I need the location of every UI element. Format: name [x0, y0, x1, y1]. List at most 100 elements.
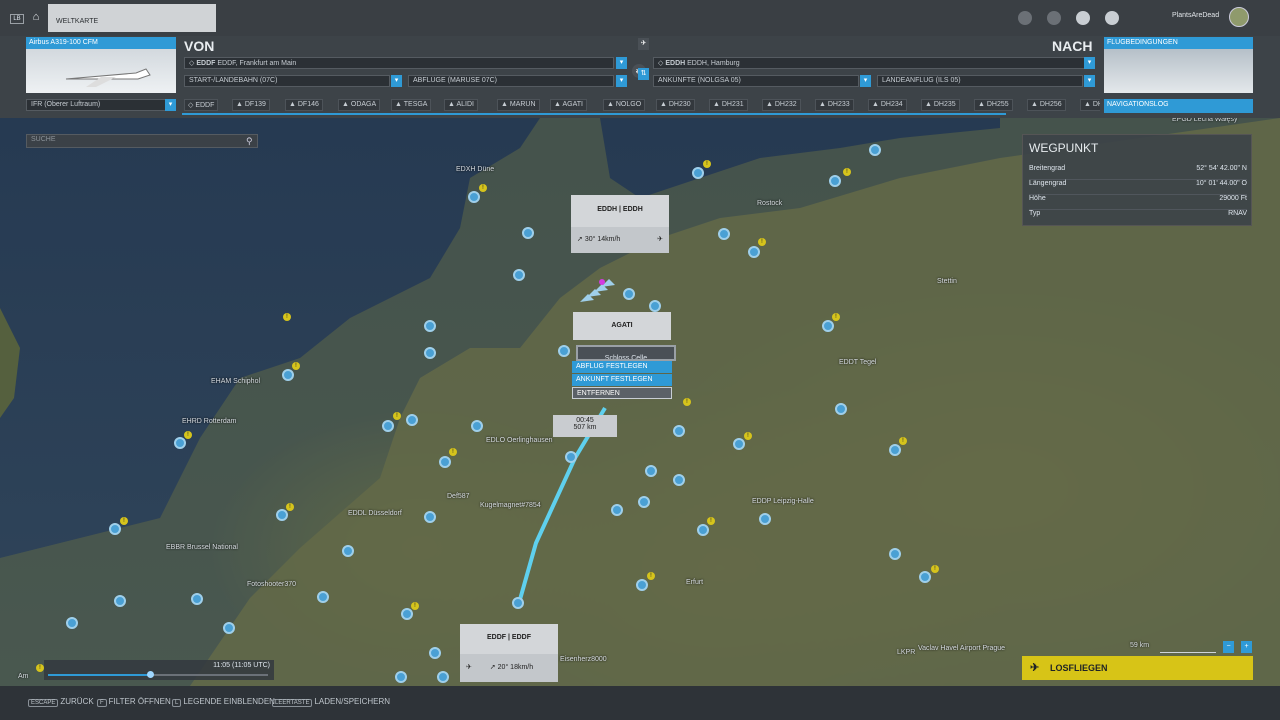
- zoom-in-button[interactable]: +: [1241, 641, 1252, 653]
- waypoint-chip[interactable]: ▲ DH231: [709, 99, 748, 111]
- avatar[interactable]: [1229, 7, 1249, 27]
- airport-pin[interactable]: [692, 167, 704, 179]
- waypoint-chip[interactable]: ▲ DH257: [1080, 99, 1100, 111]
- airport-pin[interactable]: [697, 524, 709, 536]
- airport-pin[interactable]: [638, 496, 650, 508]
- airport-pin[interactable]: [282, 369, 294, 381]
- fly-now-button[interactable]: ✈ LOSFLIEGEN: [1022, 656, 1253, 680]
- airport-pin[interactable]: [558, 345, 570, 357]
- home-icon[interactable]: ⌂: [28, 11, 44, 27]
- airport-pin[interactable]: [513, 269, 525, 281]
- waypoint-chip[interactable]: ▲ DH255: [974, 99, 1013, 111]
- airport-pin[interactable]: [276, 509, 288, 521]
- back-hint[interactable]: ESCAPE ZURÜCK: [28, 697, 94, 707]
- airport-pin[interactable]: [636, 579, 648, 591]
- waypoint-chip[interactable]: ◇ EDDF: [184, 99, 219, 111]
- waypoint-chip[interactable]: ▲ DH232: [762, 99, 801, 111]
- waypoint-chip[interactable]: ▲ MARUN: [497, 99, 540, 111]
- navlog-button[interactable]: NAVIGATIONSLOG: [1104, 99, 1253, 113]
- waypoint-chip[interactable]: ▲ NOLGO: [603, 99, 646, 111]
- waypoint-chip[interactable]: ▲ DF139: [232, 99, 270, 111]
- load-save-hint[interactable]: LEERTASTE LADEN/SPEICHERN: [272, 697, 390, 707]
- search-input[interactable]: SUCHE: [26, 134, 258, 148]
- dropdown-button[interactable]: ▾: [165, 99, 176, 111]
- search-icon[interactable]: ⚲: [246, 136, 253, 147]
- waypoint-chip[interactable]: ▲ DF146: [285, 99, 323, 111]
- lb-button[interactable]: LB: [10, 14, 24, 24]
- airport-pin[interactable]: [342, 545, 354, 557]
- airport-pin[interactable]: [317, 591, 329, 603]
- agati-card[interactable]: AGATI: [573, 312, 671, 340]
- airport-pin[interactable]: [748, 246, 760, 258]
- airport-pin[interactable]: [759, 513, 771, 525]
- airport-pin[interactable]: [829, 175, 841, 187]
- waypoint-chip[interactable]: ▲ ODAGA: [338, 99, 381, 111]
- waypoint-chip[interactable]: ▲ DH256: [1027, 99, 1066, 111]
- airport-pin[interactable]: [395, 671, 407, 683]
- aircraft-selector[interactable]: Airbus A319-100 CFM: [26, 37, 176, 93]
- airport-pin[interactable]: [733, 438, 745, 450]
- notification-icon[interactable]: [1105, 11, 1119, 25]
- waypoint-chip[interactable]: ▲ TESGA: [391, 99, 432, 111]
- waypoint-scroll-indicator[interactable]: [182, 113, 1006, 115]
- leg-distance: 507 km: [573, 424, 597, 431]
- airport-pin[interactable]: [565, 451, 577, 463]
- slider-handle[interactable]: [147, 671, 154, 678]
- airport-pin[interactable]: [835, 403, 847, 415]
- flight-conditions-button[interactable]: FLUGBEDINGUNGEN: [1104, 37, 1253, 93]
- waypoint-chip[interactable]: ▲ DH235: [921, 99, 960, 111]
- menu-item-set-arrival[interactable]: ANKUNFT FESTLEGEN: [572, 374, 672, 386]
- airport-pin[interactable]: [673, 474, 685, 486]
- airport-pin[interactable]: [424, 347, 436, 359]
- map-label: EDDL Düsseldorf: [348, 510, 402, 517]
- airport-pin[interactable]: [66, 617, 78, 629]
- waypoint-pin[interactable]: [512, 597, 524, 609]
- longitude-row: Längengrad 10° 01' 44.00" O: [1029, 180, 1247, 195]
- waypoint-chip[interactable]: ▲ DH234: [868, 99, 907, 111]
- airport-pin[interactable]: [174, 437, 186, 449]
- waypoint-chip[interactable]: ▲ ALIDI: [444, 99, 479, 111]
- menu-item-remove[interactable]: ENTFERNEN: [572, 387, 672, 399]
- airport-pin[interactable]: [919, 571, 931, 583]
- waypoint-chip[interactable]: ▲ DH233: [815, 99, 854, 111]
- airport-pin[interactable]: [429, 647, 441, 659]
- legend-hint[interactable]: L LEGENDE EINBLENDEN: [172, 697, 275, 707]
- waypoint-pin[interactable]: [623, 288, 635, 300]
- airport-pin[interactable]: [223, 622, 235, 634]
- altitude-select[interactable]: IFR (Oberer Luftraum): [26, 99, 176, 111]
- time-slider[interactable]: 11:05 (11:05 UTC): [44, 660, 274, 680]
- airport-pin[interactable]: [439, 456, 451, 468]
- airport-pin[interactable]: [718, 228, 730, 240]
- map-marker-cluster[interactable]: [578, 276, 618, 306]
- airport-pin[interactable]: [673, 425, 685, 437]
- zoom-out-button[interactable]: −: [1223, 641, 1234, 653]
- airport-pin[interactable]: [382, 420, 394, 432]
- airport-pin[interactable]: [406, 414, 418, 426]
- wind-icon: ➚: [577, 236, 583, 243]
- origin-card[interactable]: EDDF | EDDF ✈ ➚ 20° 18km/h: [460, 624, 558, 682]
- airport-pin[interactable]: [869, 144, 881, 156]
- airport-pin[interactable]: [109, 523, 121, 535]
- airport-pin[interactable]: [649, 300, 661, 312]
- airport-pin[interactable]: [611, 504, 623, 516]
- waypoint-chip[interactable]: ▲ DH230: [656, 99, 695, 111]
- filter-hint[interactable]: F FILTER ÖFFNEN: [97, 697, 171, 707]
- destination-card[interactable]: EDDH | EDDH ➚ 30° 14km/h ✈: [571, 195, 669, 253]
- airport-pin[interactable]: [471, 420, 483, 432]
- airport-pin[interactable]: [401, 608, 413, 620]
- airport-pin[interactable]: [822, 320, 834, 332]
- airport-pin[interactable]: [468, 191, 480, 203]
- airport-pin[interactable]: [889, 444, 901, 456]
- airport-pin[interactable]: [645, 465, 657, 477]
- airport-pin[interactable]: [889, 548, 901, 560]
- waypoint-chip[interactable]: ▲ AGATI: [550, 99, 587, 111]
- username[interactable]: PlantsAreDead: [1172, 12, 1219, 19]
- airport-pin[interactable]: [114, 595, 126, 607]
- airport-pin[interactable]: [424, 511, 436, 523]
- menu-item-set-departure[interactable]: ABFLUG FESTLEGEN: [572, 361, 672, 373]
- airport-pin[interactable]: [437, 671, 449, 683]
- airport-pin[interactable]: [191, 593, 203, 605]
- waypoint-panel-title: WEGPUNKT: [1029, 141, 1099, 155]
- airport-pin[interactable]: [424, 320, 436, 332]
- airport-pin[interactable]: [522, 227, 534, 239]
